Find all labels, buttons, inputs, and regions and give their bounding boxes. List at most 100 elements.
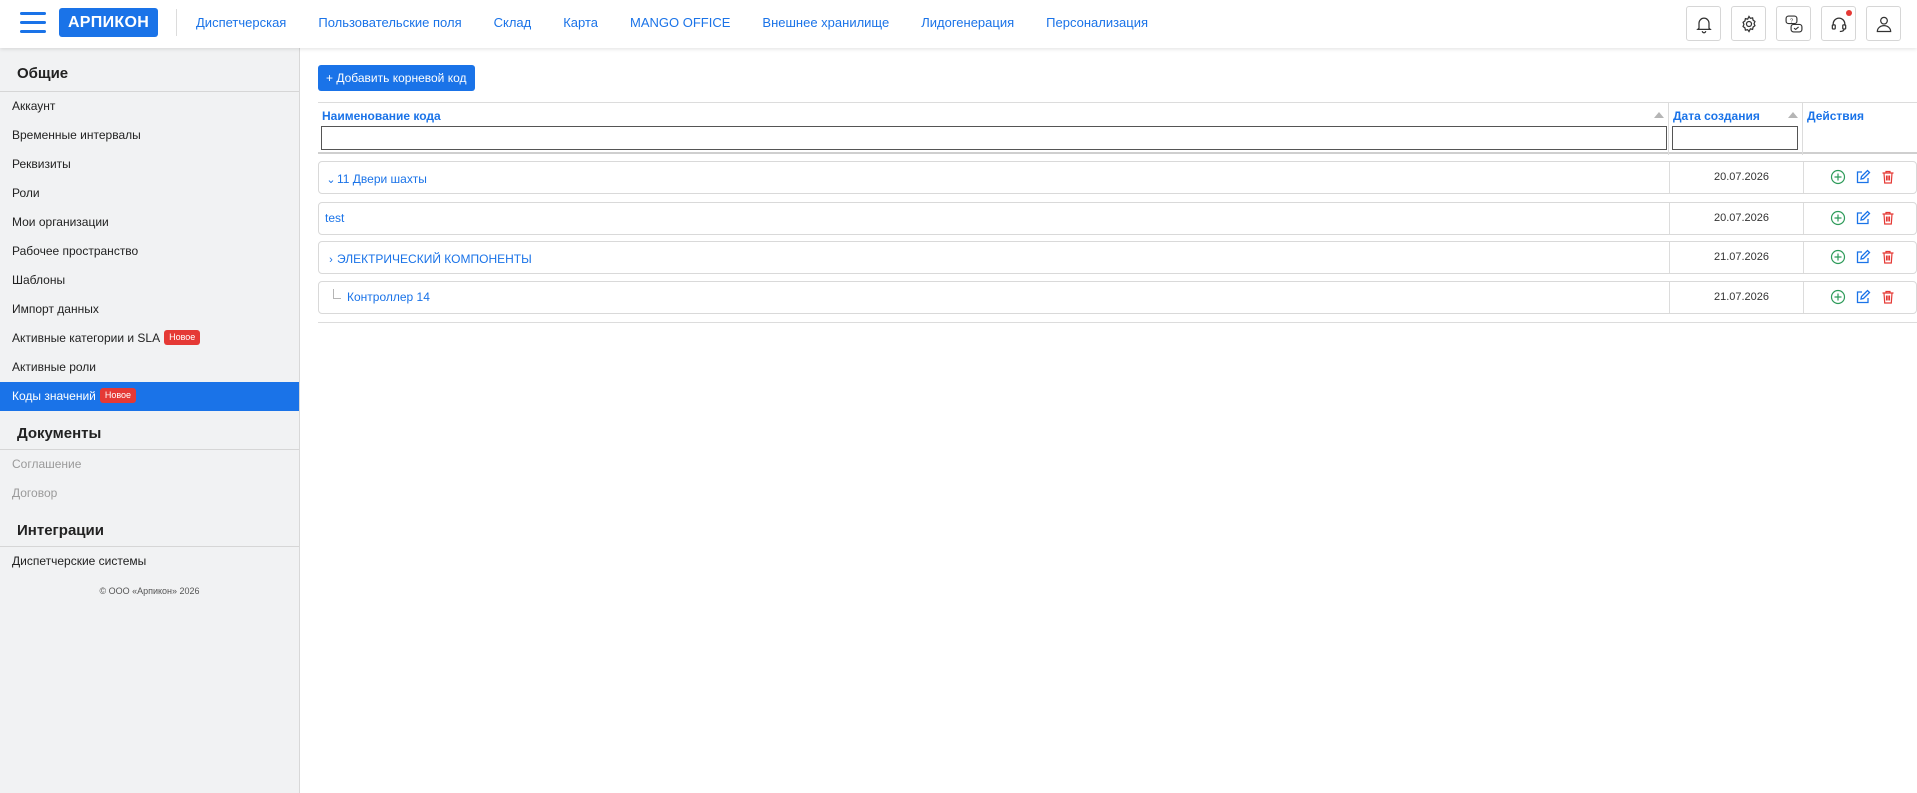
delete-icon[interactable] (1879, 168, 1897, 186)
tree-branch-line (333, 289, 341, 299)
row-name[interactable]: ЭЛЕКТРИЧЕСКИЙ КОМПОНЕНТЫ (337, 252, 532, 266)
support-button[interactable] (1821, 6, 1856, 41)
header-divider (176, 9, 177, 36)
column-header-actions: Действия (1803, 103, 1917, 155)
cell-divider (1803, 282, 1804, 313)
delete-icon[interactable] (1879, 248, 1897, 266)
sidebar-item-label: Коды значений (12, 389, 96, 403)
cell-divider (1669, 242, 1670, 273)
column-header-name[interactable]: Наименование кода (318, 103, 1668, 155)
support-headset-icon (1831, 17, 1846, 32)
chevron-right-icon[interactable]: › (325, 245, 337, 276)
user-icon (1876, 16, 1891, 32)
sidebar-item-label: Активные категории и SLA (12, 331, 161, 345)
table-row[interactable]: ⌄11 Двери шахты 20.07.2026 (318, 161, 1917, 194)
sidebar-item-data-import[interactable]: Импорт данных (0, 295, 299, 324)
add-child-icon[interactable] (1829, 209, 1847, 227)
help-chat-button[interactable]: ? (1776, 6, 1811, 41)
sidebar-item-label: Аккаунт (12, 99, 56, 113)
date-filter-input[interactable] (1672, 126, 1798, 150)
sidebar-item-contract: Договор (0, 479, 299, 508)
column-date-label[interactable]: Дата создания (1673, 109, 1760, 123)
profile-button[interactable] (1866, 6, 1901, 41)
nav-personalization[interactable]: Персонализация (1046, 15, 1148, 30)
cell-divider (1669, 203, 1670, 234)
sidebar-item-account[interactable]: Аккаунт (0, 92, 299, 121)
cell-divider (1803, 242, 1804, 273)
column-actions-label: Действия (1807, 109, 1865, 123)
sort-asc-icon[interactable] (1788, 112, 1798, 118)
sidebar-item-value-codes[interactable]: Коды значений Новое (0, 382, 299, 411)
new-badge: Новое (99, 388, 137, 404)
sidebar-item-templates[interactable]: Шаблоны (0, 266, 299, 295)
sidebar-item-requisites[interactable]: Реквизиты (0, 150, 299, 179)
edit-icon[interactable] (1854, 209, 1872, 227)
nav-custom-fields[interactable]: Пользовательские поля (318, 15, 461, 30)
table-row[interactable]: Контроллер 14 21.07.2026 (318, 281, 1917, 314)
cell-divider (1803, 203, 1804, 234)
settings-button[interactable] (1731, 6, 1766, 41)
sidebar-item-active-categories-sla[interactable]: Активные категории и SLA Новое (0, 324, 299, 353)
nav-warehouse[interactable]: Склад (494, 15, 532, 30)
row-name[interactable]: Контроллер 14 (347, 290, 430, 304)
nav-mango-office[interactable]: MANGO OFFICE (630, 15, 730, 30)
row-actions (1829, 168, 1904, 186)
cell-divider (1803, 162, 1804, 193)
edit-icon[interactable] (1854, 168, 1872, 186)
notifications-button[interactable] (1686, 6, 1721, 41)
new-badge: Новое (164, 330, 201, 346)
section-title-documents: Документы (17, 425, 102, 442)
sidebar-item-roles[interactable]: Роли (0, 179, 299, 208)
sort-asc-icon[interactable] (1654, 112, 1664, 118)
delete-icon[interactable] (1879, 288, 1897, 306)
row-name[interactable]: test (325, 211, 344, 225)
sidebar-item-label: Активные роли (12, 360, 97, 374)
sidebar-item-label: Реквизиты (12, 157, 71, 171)
sidebar-item-label: Шаблоны (12, 273, 66, 287)
brand-logo[interactable]: АРПИКОН (59, 8, 158, 37)
nav-external-storage[interactable]: Внешнее хранилище (762, 15, 889, 30)
row-name[interactable]: 11 Двери шахты (337, 172, 427, 186)
nav-lead-generation[interactable]: Лидогенерация (921, 15, 1014, 30)
sidebar-item-label: Соглашение (12, 457, 82, 471)
sidebar-item-dispatch-systems[interactable]: Диспетчерские системы (0, 547, 299, 576)
add-child-icon[interactable] (1829, 248, 1847, 266)
chevron-down-icon[interactable]: ⌄ (325, 165, 337, 196)
column-header-date[interactable]: Дата создания (1669, 103, 1802, 155)
row-date: 21.07.2026 (1713, 251, 1770, 263)
row-name-cell: › ЭЛЕКТРИЧЕСКИЙ КОМПОНЕНТЫ (325, 244, 532, 275)
edit-icon[interactable] (1854, 288, 1872, 306)
row-date: 20.07.2026 (1713, 171, 1770, 183)
table-bottom-border (318, 322, 1917, 323)
nav-dispatcher[interactable]: Диспетчерская (196, 15, 286, 30)
sidebar-item-label: Диспетчерские системы (12, 554, 147, 568)
sidebar-item-label: Импорт данных (12, 302, 99, 316)
sidebar-item-active-roles[interactable]: Активные роли (0, 353, 299, 382)
row-name-cell: Контроллер 14 (333, 282, 430, 313)
sidebar-item-agreement: Соглашение (0, 450, 299, 479)
sidebar-item-time-intervals[interactable]: Временные интервалы (0, 121, 299, 150)
sidebar-item-workspace[interactable]: Рабочее пространство (0, 237, 299, 266)
copyright-text: © ООО «Арпикон» 2026 (99, 586, 200, 596)
table-row[interactable]: › ЭЛЕКТРИЧЕСКИЙ КОМПОНЕНТЫ 21.07.2026 (318, 241, 1917, 274)
add-child-icon[interactable] (1829, 288, 1847, 306)
sidebar-item-label: Роли (12, 186, 40, 200)
gear-icon (1741, 14, 1756, 33)
name-filter-input[interactable] (321, 126, 1667, 150)
cell-divider (1669, 282, 1670, 313)
support-notification-dot (1846, 10, 1852, 16)
menu-hamburger-icon[interactable] (20, 12, 46, 34)
column-name-label[interactable]: Наименование кода (322, 109, 441, 123)
nav-map[interactable]: Карта (563, 15, 598, 30)
add-root-code-button[interactable]: + Добавить корневой код (318, 65, 475, 91)
table-row[interactable]: test 20.07.2026 (318, 202, 1917, 235)
sidebar-item-my-organizations[interactable]: Мои организации (0, 208, 299, 237)
add-child-icon[interactable] (1829, 168, 1847, 186)
top-header: АРПИКОН Диспетчерская Пользовательские п… (0, 0, 1917, 48)
section-title-integrations: Интеграции (17, 522, 104, 539)
codes-tree-grid: Наименование кода Дата создания Действия… (318, 102, 1917, 323)
edit-icon[interactable] (1854, 248, 1872, 266)
row-actions (1829, 288, 1904, 306)
sidebar-item-label: Временные интервалы (12, 128, 141, 142)
delete-icon[interactable] (1879, 209, 1897, 227)
